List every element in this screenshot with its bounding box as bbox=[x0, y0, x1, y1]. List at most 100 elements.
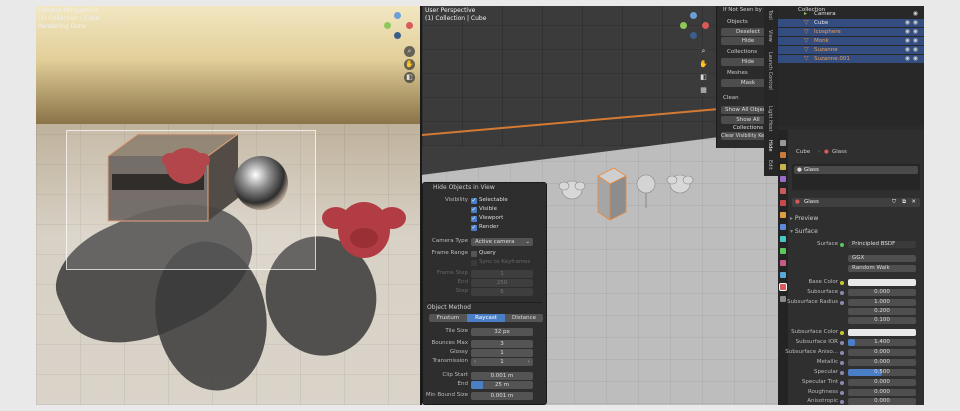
surface-shader-field[interactable]: Principled BSDF bbox=[848, 241, 916, 248]
z-axis-dot[interactable] bbox=[690, 12, 697, 19]
distribution-dropdown[interactable]: GGX bbox=[848, 255, 916, 262]
method-frustum-tab[interactable]: Frustum bbox=[429, 314, 467, 322]
value-field[interactable]: 0.000 bbox=[848, 379, 916, 386]
orientation-gizmo[interactable] bbox=[678, 12, 712, 42]
material-selector[interactable]: ● Glass ⛉ ⧉ ✕ bbox=[792, 198, 920, 207]
particles-tab-icon[interactable] bbox=[780, 236, 786, 242]
method-distance-tab[interactable]: Distance bbox=[505, 314, 543, 322]
value-field[interactable]: 1.000 bbox=[848, 299, 916, 306]
tab-tool[interactable]: Tool bbox=[765, 10, 773, 20]
z-axis-dot[interactable] bbox=[394, 12, 401, 19]
orientation-gizmo[interactable] bbox=[382, 12, 416, 42]
value-field[interactable]: 0.000 bbox=[848, 349, 916, 356]
properties-editor[interactable]: Cube › ● Glass ● Glass ● Glass ⛉ ⧉ ✕ ▸ P… bbox=[778, 130, 924, 405]
clip-end-field[interactable]: 25 m bbox=[471, 380, 533, 389]
outliner-item-icosphere[interactable]: ▽ Icosphere ◉ ◉ bbox=[778, 28, 924, 36]
value-field[interactable]: 0.100 bbox=[848, 317, 916, 324]
transmission-field[interactable]: ‹ 1 › bbox=[471, 357, 533, 366]
value-field[interactable]: 0.500 bbox=[848, 369, 916, 376]
method-raycast-tab[interactable]: Raycast bbox=[467, 314, 505, 322]
outliner-item-suzanne-001[interactable]: ▽ Suzanne.001 ◉ ◉ bbox=[778, 55, 924, 63]
zoom-icon[interactable]: ⌕ bbox=[698, 46, 709, 57]
panel-title[interactable]: Hide Objects in View bbox=[423, 183, 546, 193]
frame-range-checkbox[interactable] bbox=[471, 250, 477, 257]
data-tab-icon[interactable] bbox=[780, 272, 786, 278]
value-field[interactable]: 0.200 bbox=[848, 308, 916, 315]
physics-tab-icon[interactable] bbox=[780, 248, 786, 254]
x-axis-dot[interactable] bbox=[406, 22, 413, 29]
outliner-item-cube[interactable]: ▽ Cube ◉ ◉ bbox=[778, 19, 924, 27]
modifier-tab-icon[interactable] bbox=[780, 224, 786, 230]
sync-keyframes-checkbox[interactable] bbox=[471, 259, 477, 266]
min-bound-field[interactable]: 0.001 m bbox=[471, 391, 533, 400]
eye-icon[interactable]: ◉ bbox=[913, 10, 918, 18]
frame-step-field[interactable]: 1 bbox=[471, 269, 533, 278]
chrome-sphere[interactable] bbox=[232, 154, 290, 212]
x-axis-dot[interactable] bbox=[702, 22, 709, 29]
eye-icon[interactable]: ◉ bbox=[913, 28, 918, 36]
y-axis-dot[interactable] bbox=[384, 22, 391, 29]
camera-vis-icon[interactable]: ◉ bbox=[905, 28, 910, 36]
camera-vis-icon[interactable]: ◉ bbox=[905, 46, 910, 54]
zoom-icon[interactable]: ⌕ bbox=[404, 46, 415, 57]
camera-vis-icon[interactable]: ◉ bbox=[905, 19, 910, 27]
red-monkey[interactable] bbox=[320, 188, 408, 266]
value-field[interactable]: 0.000 bbox=[848, 359, 916, 366]
value-field[interactable]: 1.400 bbox=[848, 339, 916, 346]
render-checkbox[interactable] bbox=[471, 223, 477, 232]
tab-edit[interactable]: Edit bbox=[765, 160, 773, 170]
camera-vis-icon[interactable]: ◉ bbox=[905, 37, 910, 45]
view-layer-tab-icon[interactable] bbox=[780, 176, 786, 182]
step-field[interactable]: 5 bbox=[471, 287, 533, 296]
camera-vis-icon[interactable]: ◉ bbox=[905, 55, 910, 63]
eye-icon[interactable]: ◉ bbox=[913, 37, 918, 45]
eye-icon[interactable]: ◉ bbox=[913, 19, 918, 27]
outliner-item-camera[interactable]: ▸ Camera ◉ bbox=[778, 10, 924, 18]
selectable-checkbox[interactable] bbox=[471, 196, 477, 205]
outliner[interactable]: Collection ▸ Camera ◉ ▽ Cube ◉ ◉ ▽ Icosp… bbox=[778, 6, 924, 126]
render-tab-icon[interactable] bbox=[780, 152, 786, 158]
tab-view[interactable]: View bbox=[765, 30, 773, 42]
color-swatch[interactable] bbox=[848, 329, 916, 336]
camera-view-icon[interactable]: ◧ bbox=[698, 72, 709, 83]
surface-section[interactable]: ▾ Surface bbox=[790, 227, 922, 236]
outliner-item-monk[interactable]: ▽ Monk ◉ ◉ bbox=[778, 37, 924, 45]
material-slots-list[interactable]: ● Glass bbox=[792, 164, 920, 190]
scene-tab-icon[interactable] bbox=[780, 188, 786, 194]
outliner-item-suzanne[interactable]: ▽ Suzanne ◉ ◉ bbox=[778, 46, 924, 54]
camera-viewport[interactable]: Camera Perspective (1) Collection | Cube… bbox=[36, 6, 420, 405]
tab-light-host[interactable]: Light Host bbox=[765, 106, 773, 131]
glossy-field[interactable]: 1 bbox=[471, 348, 533, 357]
color-swatch[interactable] bbox=[848, 279, 916, 286]
value-field[interactable]: 0.000 bbox=[848, 289, 916, 296]
y-axis-dot[interactable] bbox=[680, 22, 687, 29]
clip-start-field[interactable]: 0.001 m bbox=[471, 371, 533, 380]
material-tab-icon[interactable] bbox=[779, 283, 787, 291]
value-field[interactable]: 0.000 bbox=[848, 398, 916, 405]
pan-hand-icon[interactable]: ✋ bbox=[404, 59, 415, 70]
viewport-checkbox[interactable] bbox=[471, 214, 477, 223]
texture-tab-icon[interactable] bbox=[780, 296, 786, 302]
world-tab-icon[interactable] bbox=[780, 200, 786, 206]
bounces-field[interactable]: 3 bbox=[471, 339, 533, 348]
tile-size-field[interactable]: 32 px bbox=[471, 327, 533, 336]
material-slot-item[interactable]: ● Glass bbox=[794, 166, 918, 174]
neg-z-dot[interactable] bbox=[394, 32, 401, 39]
tool-tab-icon[interactable] bbox=[780, 140, 786, 146]
subsurface-method-dropdown[interactable]: Random Walk bbox=[848, 265, 916, 272]
camera-view-icon[interactable]: ◧ bbox=[404, 72, 415, 83]
pan-hand-icon[interactable]: ✋ bbox=[698, 59, 709, 70]
tab-launch-control[interactable]: Launch Control bbox=[765, 52, 773, 90]
tab-hide[interactable]: Hide bbox=[765, 140, 773, 151]
value-field[interactable]: 0.000 bbox=[848, 389, 916, 396]
eye-icon[interactable]: ◉ bbox=[913, 55, 918, 63]
visible-checkbox[interactable] bbox=[471, 205, 477, 214]
frame-end-field[interactable]: 250 bbox=[471, 278, 533, 287]
scene-objects[interactable] bbox=[558, 162, 698, 226]
constraints-tab-icon[interactable] bbox=[780, 260, 786, 266]
object-tab-icon[interactable] bbox=[780, 212, 786, 218]
grid-icon[interactable]: ▦ bbox=[698, 85, 709, 96]
neg-z-dot[interactable] bbox=[690, 32, 697, 39]
camera-type-dropdown[interactable]: Active camera ⌄ bbox=[471, 237, 533, 246]
preview-section[interactable]: ▸ Preview bbox=[790, 214, 922, 223]
